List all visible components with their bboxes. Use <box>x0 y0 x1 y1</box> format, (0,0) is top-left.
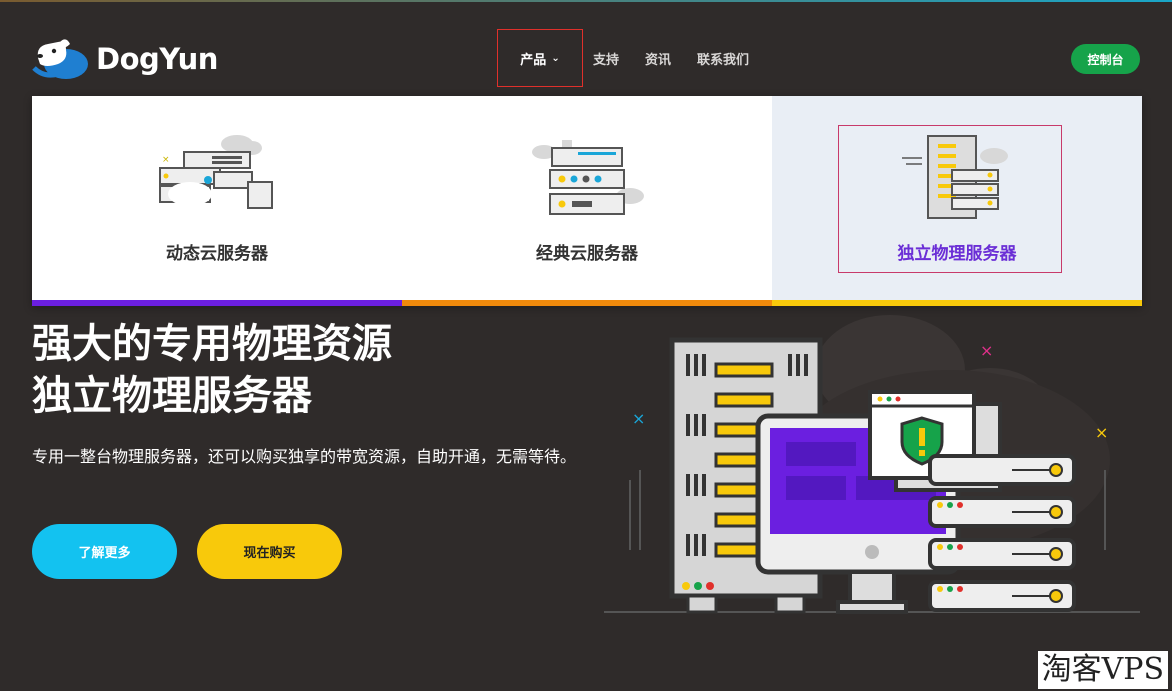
product-classic-cloud[interactable]: 经典云服务器 <box>402 96 772 306</box>
hero-title-line1: 强大的专用物理资源 <box>32 321 392 367</box>
main-menu: 产品 ⌄ 支持 资讯 联系我们 <box>497 28 775 88</box>
nav-products-label: 产品 <box>520 52 547 68</box>
svg-text:×: × <box>1095 423 1108 442</box>
product-dedicated-server[interactable]: 独立物理服务器 <box>772 96 1142 306</box>
console-button[interactable]: 控制台 <box>1071 44 1140 74</box>
product-dedicated-server-label: 独立物理服务器 <box>897 244 1017 264</box>
nav-contact[interactable]: 联系我们 <box>697 49 749 68</box>
svg-text:×: × <box>162 155 170 165</box>
product-classic-cloud-label: 经典云服务器 <box>536 244 638 264</box>
stacked-servers-icon <box>532 140 644 215</box>
accent-bar-purple <box>32 300 402 306</box>
hero-description: 专用一整台物理服务器，还可以购买独享的带宽资源，自助开通，无需等待。 <box>32 447 577 466</box>
product-dynamic-cloud-label: 动态云服务器 <box>166 244 268 264</box>
watermark: 淘客VPS <box>1037 651 1168 689</box>
svg-text:×: × <box>632 409 645 428</box>
hero-title: 强大的专用物理资源 独立物理服务器 <box>32 318 392 422</box>
top-navbar: DogYun 产品 ⌄ 支持 资讯 联系我们 控制台 <box>0 0 1172 92</box>
hero-title-line2: 独立物理服务器 <box>32 373 312 419</box>
chevron-down-icon: ⌄ <box>551 52 560 64</box>
dedicated-rack-icon <box>902 135 1008 219</box>
nav-support[interactable]: 支持 <box>593 49 619 68</box>
svg-text:×: × <box>980 341 993 360</box>
brand-name: DogYun <box>96 42 218 76</box>
product-dynamic-cloud[interactable]: × 动态云服务器 <box>32 96 402 306</box>
buy-now-button[interactable]: 现在购买 <box>197 524 342 579</box>
brand-logo[interactable]: DogYun <box>32 38 218 80</box>
nav-news[interactable]: 资讯 <box>645 49 671 68</box>
learn-more-button[interactable]: 了解更多 <box>32 524 177 579</box>
nav-products[interactable]: 产品 ⌄ <box>497 29 583 87</box>
server-security-illustration: × × × <box>604 315 1140 614</box>
cloud-servers-icon: × <box>159 135 273 209</box>
dog-logo-icon <box>32 39 88 79</box>
products-dropdown: × 动态云服务器 经典云服务器 独立物理服务器 <box>32 96 1142 306</box>
